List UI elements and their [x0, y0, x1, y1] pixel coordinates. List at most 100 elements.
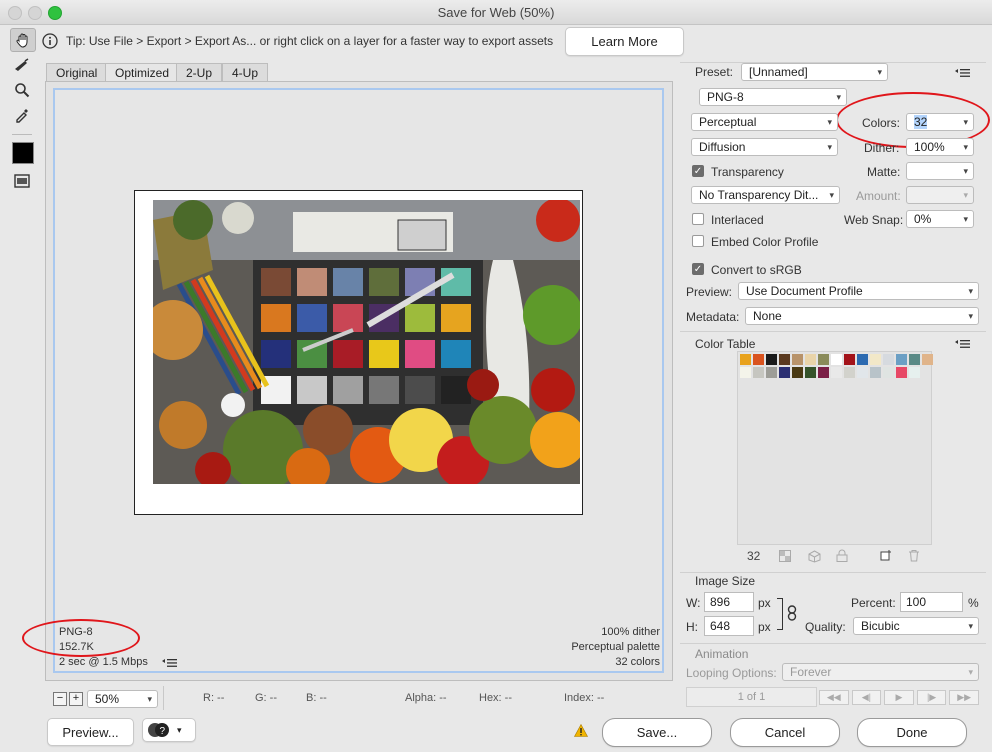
color-swatch[interactable]: [779, 354, 790, 365]
eyedropper-tool[interactable]: [10, 104, 34, 126]
color-swatch[interactable]: [818, 367, 829, 378]
hand-tool[interactable]: [10, 28, 36, 52]
color-swatch[interactable]: [792, 354, 803, 365]
color-swatch[interactable]: [870, 367, 881, 378]
web-shift-button[interactable]: [808, 550, 821, 566]
embed-color-profile-label: Embed Color Profile: [711, 235, 819, 249]
preview-profile-select[interactable]: Use Document Profile ▾: [738, 282, 979, 300]
color-swatch[interactable]: [766, 354, 777, 365]
embed-color-profile-checkbox[interactable]: [692, 235, 704, 247]
new-color-button[interactable]: [880, 549, 892, 564]
web-snap-combo[interactable]: 0% ▾: [906, 210, 974, 228]
color-reduction-select[interactable]: Perceptual ▾: [691, 113, 838, 131]
preview-profile-label: Preview:: [686, 285, 733, 299]
download-speed-menu-button[interactable]: [162, 657, 178, 671]
dither-label: Dither:: [864, 141, 900, 155]
quality-select[interactable]: Bicubic ▾: [853, 617, 979, 635]
file-format-select[interactable]: PNG-8 ▾: [699, 88, 847, 106]
colors-label: Colors:: [862, 116, 901, 130]
eyedropper-color-swatch[interactable]: [12, 142, 34, 164]
save-button[interactable]: Save...: [602, 718, 712, 747]
dither-algorithm-select[interactable]: Diffusion ▾: [691, 138, 838, 156]
color-table-menu-button[interactable]: [955, 338, 971, 352]
tab-optimized[interactable]: Optimized: [105, 63, 180, 82]
slice-select-tool[interactable]: [10, 54, 34, 76]
color-swatch[interactable]: [805, 367, 816, 378]
width-input[interactable]: 896: [704, 592, 754, 612]
color-swatch[interactable]: [896, 367, 907, 378]
percent-input[interactable]: 100: [900, 592, 963, 612]
dither-amount-combo[interactable]: 100% ▾: [906, 138, 974, 156]
color-swatch[interactable]: [818, 354, 829, 365]
magnifier-icon: [15, 83, 30, 98]
color-swatch[interactable]: [857, 354, 868, 365]
zoom-out-button[interactable]: −: [53, 692, 67, 706]
metadata-select[interactable]: None ▾: [745, 307, 979, 325]
color-swatch[interactable]: [831, 354, 842, 365]
color-swatch[interactable]: [909, 354, 920, 365]
color-swatch[interactable]: [909, 367, 920, 378]
toggle-slices-visibility[interactable]: [10, 170, 34, 192]
color-swatch[interactable]: [922, 354, 933, 365]
constrain-proportions-button[interactable]: [787, 605, 797, 624]
preset-select[interactable]: [Unnamed] ▾: [741, 63, 888, 81]
height-label: H:: [686, 620, 698, 634]
transparency-dither-value: No Transparency Dit...: [699, 188, 819, 202]
color-swatch[interactable]: [766, 367, 777, 378]
color-swatch[interactable]: [896, 354, 907, 365]
color-swatch[interactable]: [844, 367, 855, 378]
tab-2-up[interactable]: 2-Up: [176, 63, 223, 82]
lock-color-button[interactable]: [836, 549, 848, 565]
color-swatch[interactable]: [844, 354, 855, 365]
constrain-bracket: [777, 598, 783, 630]
animation-title: Animation: [695, 647, 749, 661]
dither-amount-value: 100%: [914, 140, 945, 154]
matte-select[interactable]: ▾: [906, 162, 974, 180]
delete-color-button[interactable]: [908, 549, 920, 565]
color-swatch[interactable]: [831, 367, 842, 378]
interlaced-checkbox[interactable]: [692, 213, 704, 225]
color-swatch[interactable]: [753, 367, 764, 378]
color-swatch[interactable]: [883, 367, 894, 378]
color-swatch[interactable]: [870, 354, 881, 365]
tab-original[interactable]: Original: [46, 63, 108, 82]
matte-label: Matte:: [867, 165, 901, 179]
tab-4-up[interactable]: 4-Up: [222, 63, 269, 82]
animation-controls: ◀◀ ◀| ▶ |▶ ▶▶: [819, 690, 979, 705]
transparency-checkbox[interactable]: ✓: [692, 165, 704, 177]
convert-srgb-checkbox[interactable]: ✓: [692, 263, 704, 275]
color-table-grid[interactable]: [737, 351, 933, 545]
done-button[interactable]: Done: [857, 718, 967, 747]
learn-more-button[interactable]: Learn More: [565, 27, 684, 56]
color-swatch[interactable]: [740, 354, 751, 365]
color-swatch[interactable]: [805, 354, 816, 365]
optimize-menu-button[interactable]: [955, 67, 971, 81]
panel-divider: [680, 643, 986, 644]
zoom-tool[interactable]: [10, 79, 34, 101]
cancel-button[interactable]: Cancel: [730, 718, 840, 747]
hand-icon: [16, 33, 28, 48]
map-to-transparent-button[interactable]: [779, 550, 791, 565]
amount-label: Amount:: [856, 189, 901, 203]
color-swatch[interactable]: [792, 367, 803, 378]
transparency-dither-select[interactable]: No Transparency Dit... ▾: [691, 186, 840, 204]
previous-frame-button[interactable]: ◀|: [851, 690, 882, 705]
last-frame-button[interactable]: ▶▶: [949, 690, 979, 705]
chevron-down-icon: ▾: [968, 667, 973, 677]
preview-in-browser-button[interactable]: Preview...: [47, 718, 134, 746]
interlaced-label: Interlaced: [711, 213, 764, 227]
dither-info: 100% dither: [601, 626, 660, 638]
browser-select-button[interactable]: ? ▾: [142, 718, 196, 742]
color-swatch[interactable]: [740, 367, 751, 378]
colors-combo[interactable]: 32 ▾: [906, 113, 974, 131]
color-swatch[interactable]: [883, 354, 894, 365]
next-frame-button[interactable]: |▶: [916, 690, 947, 705]
color-swatch[interactable]: [779, 367, 790, 378]
first-frame-button[interactable]: ◀◀: [819, 690, 849, 705]
color-swatch[interactable]: [857, 367, 868, 378]
play-button[interactable]: ▶: [884, 690, 914, 705]
zoom-in-button[interactable]: +: [69, 692, 83, 706]
height-input[interactable]: 648: [704, 616, 754, 636]
color-swatch[interactable]: [753, 354, 764, 365]
zoom-level-select[interactable]: 50% ▾: [87, 690, 158, 708]
